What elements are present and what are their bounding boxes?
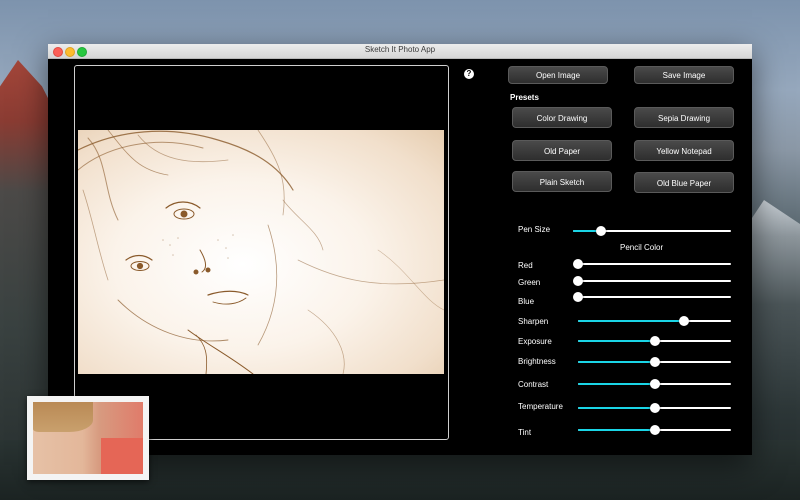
brightness-slider[interactable] xyxy=(578,357,731,367)
title-bar[interactable]: Sketch It Photo App xyxy=(48,44,752,59)
presets-heading: Presets xyxy=(510,93,539,102)
photo-shirt-region xyxy=(101,438,143,474)
temperature-label: Temperature xyxy=(518,402,563,411)
tint-slider[interactable] xyxy=(578,425,731,435)
exposure-slider[interactable] xyxy=(578,336,731,346)
preset-color-drawing[interactable]: Color Drawing xyxy=(512,107,612,128)
blue-label: Blue xyxy=(518,297,535,306)
slider-fill xyxy=(578,407,655,409)
sketch-canvas[interactable] xyxy=(74,65,449,440)
save-image-button[interactable]: Save Image xyxy=(634,66,734,84)
contrast-slider[interactable] xyxy=(578,379,731,389)
app-window: Sketch It Photo App ? Open Image Save Im… xyxy=(48,44,752,455)
slider-knob[interactable] xyxy=(649,403,660,413)
slider-fill xyxy=(578,340,655,342)
slider-knob[interactable] xyxy=(573,292,583,302)
slider-knob[interactable] xyxy=(649,379,660,389)
red-label: Red xyxy=(518,261,533,270)
pen-size-label: Pen Size xyxy=(518,225,551,234)
sketch-drawing xyxy=(78,130,444,374)
slider-knob[interactable] xyxy=(678,316,689,326)
preset-old-blue-paper[interactable]: Old Blue Paper xyxy=(634,172,734,193)
slider-knob[interactable] xyxy=(649,425,660,435)
help-button[interactable]: ? xyxy=(464,69,474,79)
contrast-label: Contrast xyxy=(518,380,549,389)
slider-fill xyxy=(578,429,655,431)
slider-knob[interactable] xyxy=(649,336,660,346)
sharpen-label: Sharpen xyxy=(518,317,549,326)
window-title: Sketch It Photo App xyxy=(364,45,436,54)
blue-slider[interactable] xyxy=(573,292,731,302)
slider-knob[interactable] xyxy=(596,226,607,236)
slider-fill xyxy=(578,383,655,385)
photo-hair-region xyxy=(33,402,93,432)
pencil-color-heading: Pencil Color xyxy=(620,243,664,252)
exposure-label: Exposure xyxy=(518,337,552,346)
preset-plain-sketch[interactable]: Plain Sketch xyxy=(512,171,612,192)
open-image-button[interactable]: Open Image xyxy=(508,66,608,84)
preset-sepia-drawing[interactable]: Sepia Drawing xyxy=(634,107,734,128)
slider-knob[interactable] xyxy=(573,259,583,269)
green-label: Green xyxy=(518,278,541,287)
brightness-label: Brightness xyxy=(518,357,556,366)
slider-knob[interactable] xyxy=(649,357,660,367)
red-slider[interactable] xyxy=(573,259,731,269)
slider-knob[interactable] xyxy=(573,276,583,286)
slider-fill xyxy=(578,361,655,363)
sharpen-slider[interactable] xyxy=(578,316,731,326)
temperature-slider[interactable] xyxy=(578,403,731,413)
preset-yellow-notepad[interactable]: Yellow Notepad xyxy=(634,140,734,161)
slider-fill xyxy=(578,320,684,322)
green-slider[interactable] xyxy=(573,276,731,286)
sketch-preview-image xyxy=(78,130,444,374)
preset-old-paper[interactable]: Old Paper xyxy=(512,140,612,161)
pen-size-slider[interactable] xyxy=(573,226,731,236)
tint-label: Tint xyxy=(518,428,532,437)
original-photo-thumbnail xyxy=(27,396,149,480)
